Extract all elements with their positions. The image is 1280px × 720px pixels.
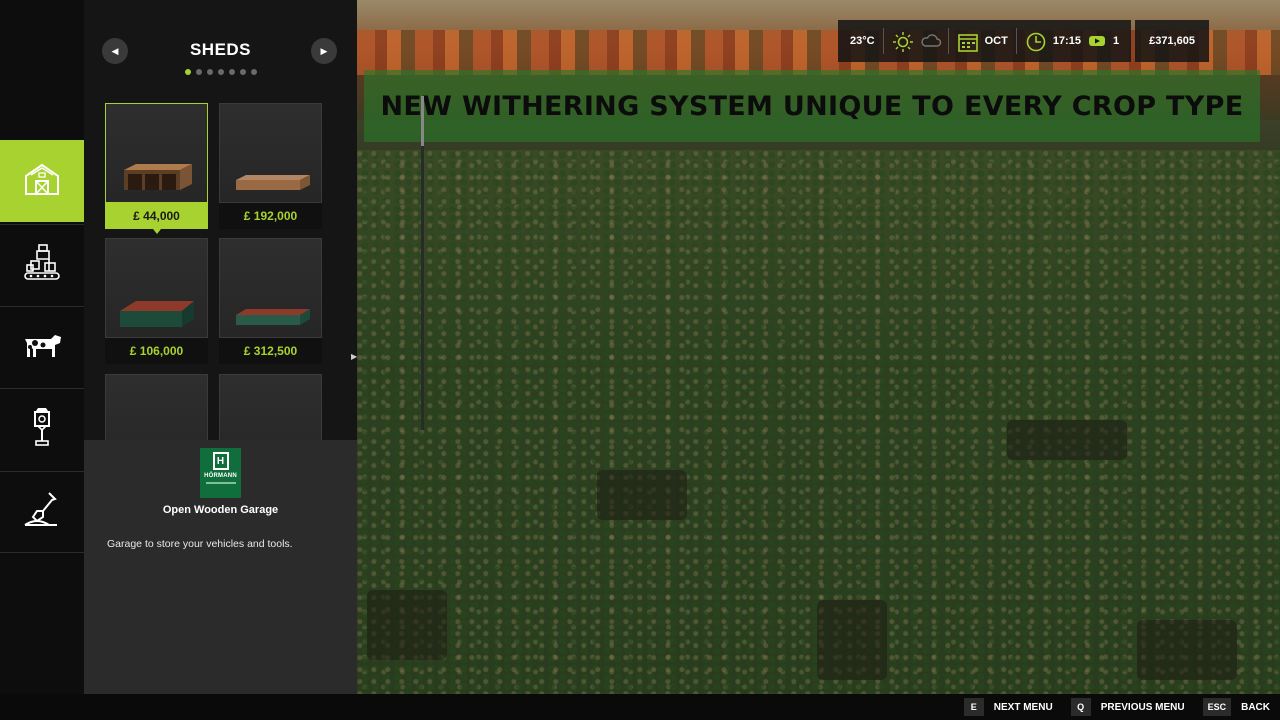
cow-icon [21, 329, 63, 366]
withered-patch [817, 600, 887, 680]
page-dot[interactable] [239, 69, 246, 75]
hud-environment: 23°C OCT 17:15 1 [838, 20, 1132, 62]
sun-icon [892, 31, 913, 52]
brand-name: HÖRMANN [204, 473, 237, 479]
page-dot[interactable] [206, 69, 213, 75]
item-thumbnail [105, 374, 208, 440]
withered-patch [1007, 420, 1127, 460]
month-readout: OCT [984, 35, 1008, 47]
item-description: Garage to store your vehicles and tools. [107, 538, 293, 550]
rail-item-animals[interactable] [0, 306, 84, 388]
page-dot[interactable] [228, 69, 235, 75]
back-hint[interactable]: ESC BACK [1202, 698, 1270, 716]
time-speed-readout: 1 [1112, 35, 1120, 47]
barn-icon [23, 162, 61, 201]
key-badge: Q [1070, 698, 1091, 716]
page-dot[interactable] [217, 69, 224, 75]
rail-item-buildings[interactable] [0, 140, 90, 222]
hud-money: £371,605 [1135, 20, 1209, 62]
factory-icon [23, 243, 61, 288]
rail-item-decorations[interactable] [0, 388, 84, 470]
page-dot[interactable] [250, 69, 257, 75]
withered-patch [1137, 620, 1237, 680]
clock-icon [1025, 31, 1046, 52]
shop-scrollbar[interactable] [421, 96, 424, 430]
shop-item-card[interactable]: £ 312,500 [219, 238, 322, 364]
temperature-readout: 23°C [850, 35, 875, 47]
page-dot[interactable] [184, 69, 191, 75]
item-thumbnail [219, 238, 322, 338]
chevron-right-icon: ▶ [320, 45, 328, 56]
hud-divider [882, 28, 884, 54]
next-category-button[interactable]: ▶ [311, 38, 337, 64]
item-thumbnail [105, 238, 208, 338]
shop-item-card[interactable] [105, 374, 208, 440]
shop-item-card[interactable]: £ 106,000 [105, 238, 208, 364]
withered-patch [367, 590, 447, 660]
hint-label: NEXT MENU [993, 701, 1053, 713]
previous-menu-hint[interactable]: Q PREVIOUS MENU [1070, 698, 1185, 716]
item-price: £ 44,000 [105, 203, 208, 229]
feature-banner: NEW WITHERING SYSTEM UNIQUE TO EVERY CRO… [364, 70, 1260, 142]
rail-item-landscaping[interactable] [0, 471, 84, 553]
time-readout: 17:15 [1052, 35, 1081, 47]
brand-mark-icon: H [212, 452, 229, 470]
hud-divider [947, 28, 949, 54]
bottom-hint-bar: E NEXT MENU Q PREVIOUS MENU ESC BACK [0, 694, 1280, 720]
banner-text: NEW WITHERING SYSTEM UNIQUE TO EVERY CRO… [380, 90, 1244, 122]
shop-item-card[interactable]: £ 192,000 [219, 103, 322, 229]
key-badge: ESC [1202, 698, 1232, 716]
item-thumbnail [105, 103, 208, 203]
key-badge: E [963, 698, 984, 716]
item-info-panel: H HÖRMANN Open Wooden Garage Garage to s… [84, 440, 357, 694]
page-dot[interactable] [195, 69, 202, 75]
scrollbar-thumb[interactable] [421, 96, 424, 146]
withered-patch [597, 470, 687, 520]
hint-label: PREVIOUS MENU [1100, 701, 1185, 713]
hint-label: BACK [1241, 701, 1270, 713]
calendar-icon [957, 31, 978, 52]
item-price: £ 312,500 [219, 338, 322, 364]
shovel-icon [23, 491, 61, 534]
item-price: £ 192,000 [219, 203, 322, 229]
next-menu-hint[interactable]: E NEXT MENU [963, 698, 1053, 716]
item-thumbnail [219, 103, 322, 203]
hud-divider [1015, 28, 1017, 54]
rail-item-production[interactable] [0, 224, 84, 306]
shop-panel: ◀ SHEDS ▶ £ 44,000 £ 192,000 £ 106,000 £… [84, 0, 424, 440]
money-readout: £371,605 [1149, 35, 1195, 47]
category-rail [0, 0, 90, 694]
top-hud: 23°C OCT 17:15 1 £371,605 [838, 20, 1209, 62]
lamp-icon [30, 407, 54, 452]
collapse-panel-icon[interactable]: ▶ [351, 352, 361, 366]
brand-logo: H HÖRMANN [200, 448, 241, 498]
item-price: £ 106,000 [105, 338, 208, 364]
cloud-icon [920, 31, 941, 51]
item-name: Open Wooden Garage [162, 504, 279, 516]
page-indicator [84, 69, 357, 75]
shop-item-card[interactable]: £ 44,000 [105, 103, 208, 234]
shop-item-card[interactable] [219, 374, 322, 440]
time-speed-icon[interactable] [1088, 35, 1105, 47]
item-thumbnail [219, 374, 322, 440]
brand-underline [205, 482, 236, 484]
